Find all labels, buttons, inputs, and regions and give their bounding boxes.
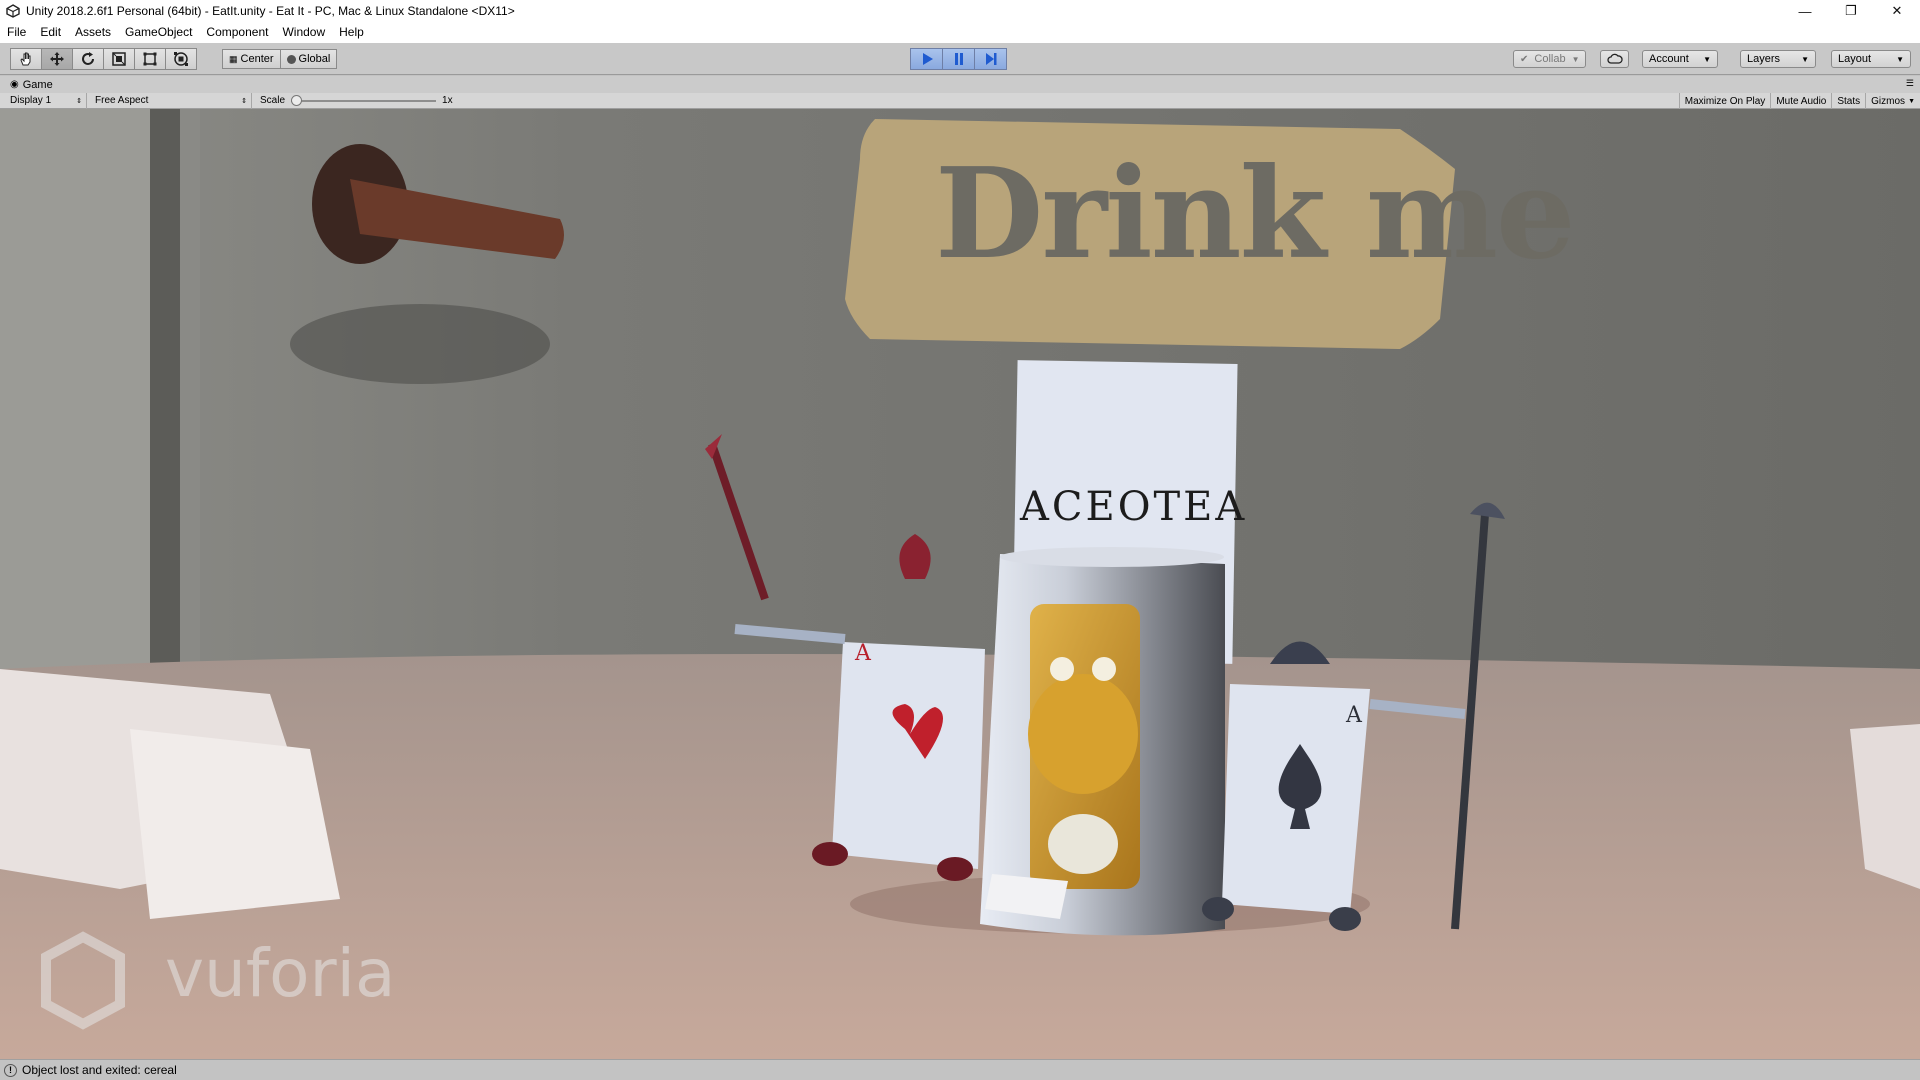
play-icon	[922, 53, 933, 65]
display-select[interactable]: Display 1 ⇕	[0, 92, 87, 109]
game-controller-icon: ◉	[10, 79, 19, 90]
check-circle-icon: ✔	[1520, 53, 1529, 65]
chevron-down-icon: ▼	[1703, 54, 1711, 64]
pivot-rotation-button[interactable]: Global	[279, 49, 338, 69]
tab-game[interactable]: ◉ Game	[0, 79, 53, 91]
minimize-icon[interactable]: —	[1782, 0, 1828, 22]
hand-tool-icon	[20, 52, 31, 66]
updown-arrows-icon: ⇕	[76, 97, 82, 105]
scale-slider-thumb[interactable]	[291, 94, 303, 106]
status-bar: ! Object lost and exited: cereal	[0, 1059, 1920, 1080]
maximize-on-play-toggle[interactable]: Maximize On Play	[1678, 93, 1771, 109]
rect-tool-icon	[143, 52, 157, 66]
rect-tool-button[interactable]	[134, 48, 166, 70]
window-title: Unity 2018.2.6f1 Personal (64bit) - EatI…	[26, 4, 515, 18]
move-tool-icon	[50, 52, 64, 66]
panel-menu-icon[interactable]: ☰	[1906, 78, 1914, 89]
main-toolbar: ▦ Center Global ✔ Collab ▼ Account ▼ Lay…	[0, 43, 1920, 75]
account-dropdown[interactable]: Account ▼	[1642, 50, 1718, 68]
hand-tool-button[interactable]	[10, 48, 42, 70]
chevron-down-icon: ▼	[1801, 54, 1809, 64]
transform-tools	[10, 48, 197, 70]
move-tool-button[interactable]	[41, 48, 73, 70]
info-icon: !	[4, 1063, 17, 1077]
game-viewport[interactable]: Drink me ACEOTEA A A vuforia	[0, 109, 1920, 1059]
scale-slider[interactable]	[291, 94, 437, 106]
menu-bar: File Edit Assets GameObject Component Wi…	[0, 22, 1920, 43]
rotate-tool-icon	[82, 52, 94, 65]
vuforia-watermark: vuforia	[165, 935, 396, 1012]
chevron-down-icon: ▼	[1908, 97, 1915, 105]
menu-help[interactable]: Help	[332, 22, 371, 43]
step-icon	[985, 53, 996, 65]
pause-button[interactable]	[942, 48, 975, 70]
gizmos-dropdown[interactable]: Gizmos ▼	[1865, 93, 1920, 109]
close-icon[interactable]: ✕	[1874, 0, 1920, 22]
status-message[interactable]: Object lost and exited: cereal	[22, 1063, 177, 1077]
transform-tool-icon	[174, 52, 188, 66]
pivot-mode-button[interactable]: ▦ Center	[222, 49, 281, 69]
pivot-center-icon: ▦	[229, 53, 238, 64]
window-titlebar: Unity 2018.2.6f1 Personal (64bit) - EatI…	[0, 0, 1920, 22]
aspect-select[interactable]: Free Aspect ⇕	[87, 92, 252, 109]
menu-file[interactable]: File	[0, 22, 33, 43]
cup-logo-text: ACEOTEA	[1020, 484, 1248, 530]
unity-logo-icon	[6, 4, 20, 18]
pivot-toggles: ▦ Center Global	[222, 49, 338, 71]
game-tab-bar: ◉ Game ☰	[0, 76, 1920, 93]
menu-window[interactable]: Window	[275, 22, 332, 43]
collab-dropdown[interactable]: ✔ Collab ▼	[1513, 50, 1586, 68]
scale-control: Scale 1x	[260, 94, 453, 106]
scale-tool-button[interactable]	[103, 48, 135, 70]
rotate-tool-button[interactable]	[72, 48, 104, 70]
cloud-icon	[1606, 53, 1623, 64]
chevron-down-icon: ▼	[1571, 54, 1580, 64]
scale-tool-icon	[112, 52, 126, 66]
step-button[interactable]	[974, 48, 1007, 70]
restore-icon[interactable]: ❐	[1828, 0, 1874, 22]
stats-toggle[interactable]: Stats	[1831, 93, 1865, 109]
updown-arrows-icon: ⇕	[241, 97, 247, 105]
playback-controls	[910, 48, 1007, 70]
play-button[interactable]	[910, 48, 943, 70]
cloud-button[interactable]	[1600, 50, 1629, 68]
mute-audio-toggle[interactable]: Mute Audio	[1770, 93, 1831, 109]
menu-component[interactable]: Component	[199, 22, 275, 43]
transform-tool-button[interactable]	[165, 48, 197, 70]
menu-edit[interactable]: Edit	[33, 22, 68, 43]
globe-icon	[286, 54, 296, 64]
menu-assets[interactable]: Assets	[68, 22, 118, 43]
chevron-down-icon: ▼	[1896, 54, 1904, 64]
right-card-rank: A	[1346, 703, 1362, 728]
layers-dropdown[interactable]: Layers ▼	[1740, 50, 1816, 68]
pause-icon	[954, 53, 963, 65]
left-card-rank: A	[855, 641, 871, 666]
sign-text: Drink me	[935, 141, 1576, 287]
menu-gameobject[interactable]: GameObject	[118, 22, 199, 43]
layout-dropdown[interactable]: Layout ▼	[1831, 50, 1911, 68]
game-view-controls: Display 1 ⇕ Free Aspect ⇕ Scale 1x Maxim…	[0, 92, 1920, 109]
